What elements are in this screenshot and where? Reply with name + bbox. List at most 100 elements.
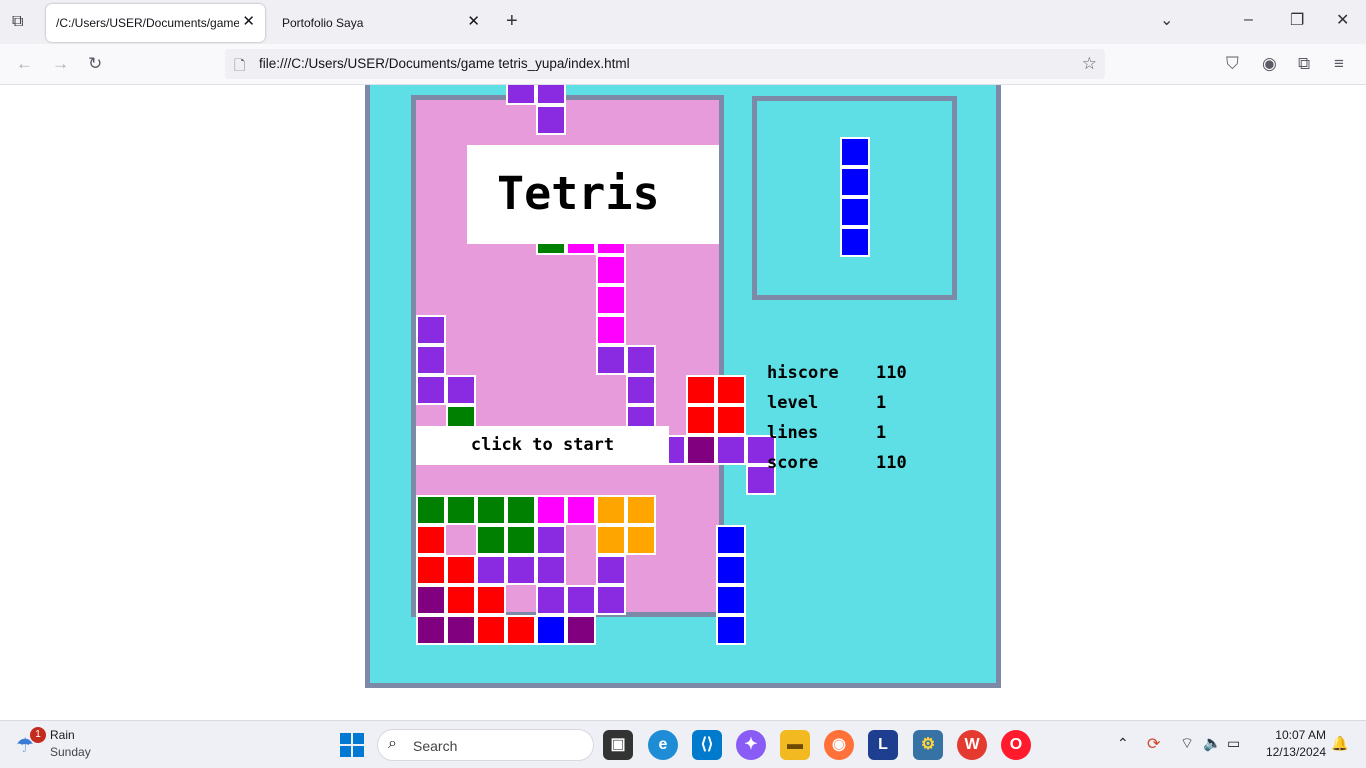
- clock-date[interactable]: 12/13/2024: [1252, 745, 1326, 759]
- block-orange: [596, 525, 626, 555]
- block-dark-purple: [566, 615, 596, 645]
- block-purple: [596, 585, 626, 615]
- start-menu-icon[interactable]: [340, 733, 364, 757]
- weather-badge: 1: [30, 727, 46, 743]
- block-purple: [536, 85, 566, 105]
- wifi-icon[interactable]: ⌔: [1180, 734, 1194, 753]
- close-tab-icon[interactable]: ✕: [242, 14, 255, 29]
- next-piece-block: [840, 137, 870, 167]
- block-red: [446, 555, 476, 585]
- block-purple: [626, 345, 656, 375]
- pocket-icon[interactable]: ⛉: [1226, 55, 1239, 73]
- block-magenta: [596, 255, 626, 285]
- block-magenta: [596, 315, 626, 345]
- opera-icon[interactable]: O: [1001, 730, 1031, 760]
- block-blue: [536, 615, 566, 645]
- block-blue: [716, 585, 746, 615]
- block-dark-purple: [446, 615, 476, 645]
- new-tab-icon[interactable]: +: [506, 11, 518, 31]
- tab-inactive[interactable]: Portofolio Saya ✕: [272, 4, 490, 42]
- battery-icon[interactable]: ▭: [1227, 735, 1240, 752]
- task-view-icon[interactable]: ▣: [603, 730, 633, 760]
- wps-office-icon[interactable]: W: [957, 730, 987, 760]
- weather-condition[interactable]: Rain: [50, 728, 75, 742]
- sync-icon[interactable]: ⟳: [1147, 734, 1160, 754]
- copilot-icon[interactable]: ✦: [736, 730, 766, 760]
- clock-time[interactable]: 10:07 AM: [1262, 728, 1326, 742]
- bookmark-star-icon[interactable]: ☆: [1082, 54, 1097, 74]
- menu-icon[interactable]: ≡: [1334, 55, 1344, 73]
- stat-value: 110: [876, 363, 907, 383]
- stat-label: hiscore: [767, 363, 839, 383]
- block-red: [476, 615, 506, 645]
- block-purple: [416, 375, 446, 405]
- block-magenta: [596, 285, 626, 315]
- stat-label: score: [767, 453, 819, 473]
- next-piece-block: [840, 197, 870, 227]
- forward-icon[interactable]: →: [52, 55, 69, 73]
- stat-value: 1: [876, 393, 887, 413]
- l-app-icon[interactable]: L: [868, 730, 898, 760]
- tab-title: Portofolio Saya: [282, 16, 364, 30]
- back-icon[interactable]: ←: [16, 55, 33, 73]
- block-red: [506, 615, 536, 645]
- notification-bell-icon[interactable]: 🔔: [1331, 735, 1348, 752]
- python-icon[interactable]: ⚙: [913, 730, 943, 760]
- block-red: [716, 405, 746, 435]
- firefox-icon[interactable]: ◉: [824, 730, 854, 760]
- browser-tab-bar: ⧉ /C:/Users/USER/Documents/game tetris_y…: [0, 0, 1366, 44]
- search-placeholder: Search: [413, 738, 458, 754]
- start-button[interactable]: click to start: [416, 426, 669, 465]
- file-explorer-icon[interactable]: ▬: [780, 730, 810, 760]
- block-purple: [446, 375, 476, 405]
- weather-day[interactable]: Sunday: [50, 745, 91, 759]
- tab-list-icon[interactable]: ⧉: [12, 14, 23, 30]
- navigation-bar: ← → ↻ 🗋 file:///C:/Users/USER/Documents/…: [0, 44, 1366, 85]
- edge-icon[interactable]: e: [648, 730, 678, 760]
- close-window-icon[interactable]: ✕: [1336, 13, 1349, 29]
- tetris-board[interactable]: Tetris click to start: [411, 85, 776, 645]
- vscode-icon[interactable]: ⟨⟩: [692, 730, 722, 760]
- restore-icon[interactable]: ❐: [1290, 13, 1304, 29]
- stat-label: lines: [767, 423, 819, 443]
- close-tab-icon[interactable]: ✕: [467, 14, 480, 29]
- tab-active[interactable]: /C:/Users/USER/Documents/game tetris_yup…: [46, 4, 265, 42]
- volume-icon[interactable]: 🔈: [1203, 734, 1222, 752]
- block-red: [416, 525, 446, 555]
- title-overlay: Tetris: [467, 145, 719, 244]
- block-green: [476, 495, 506, 525]
- stat-label: level: [767, 393, 819, 413]
- block-orange: [626, 495, 656, 525]
- block-purple: [716, 435, 746, 465]
- block-purple: [626, 375, 656, 405]
- block-purple: [536, 555, 566, 585]
- next-piece-block: [840, 227, 870, 257]
- url-bar[interactable]: 🗋 file:///C:/Users/USER/Documents/game t…: [225, 49, 1105, 79]
- block-green: [476, 525, 506, 555]
- reload-icon[interactable]: ↻: [88, 55, 102, 73]
- page-info-icon[interactable]: 🗋: [234, 55, 245, 79]
- list-all-tabs-icon[interactable]: ⌄: [1160, 13, 1173, 29]
- block-purple: [596, 345, 626, 375]
- block-purple: [416, 345, 446, 375]
- block-magenta: [566, 495, 596, 525]
- tray-overflow-icon[interactable]: ⌃: [1117, 735, 1129, 752]
- block-purple: [536, 525, 566, 555]
- block-dark-purple: [416, 585, 446, 615]
- taskbar: ☂ 1 Rain Sunday ⌕ Search ▣ e ⟨⟩ ✦ ▬ ◉ L …: [0, 720, 1366, 768]
- extensions-icon[interactable]: ⧉: [1298, 55, 1310, 73]
- next-piece-block: [840, 167, 870, 197]
- page-content: Tetris click to start hiscore 110 level …: [0, 85, 1366, 720]
- url-text[interactable]: file:///C:/Users/USER/Documents/game tet…: [259, 56, 630, 71]
- block-orange: [626, 525, 656, 555]
- game-container: Tetris click to start hiscore 110 level …: [365, 85, 1001, 688]
- block-purple: [536, 105, 566, 135]
- block-purple: [476, 555, 506, 585]
- block-green: [416, 495, 446, 525]
- block-green: [506, 525, 536, 555]
- account-icon[interactable]: ◉: [1262, 55, 1277, 73]
- taskbar-search[interactable]: ⌕ Search: [377, 729, 594, 761]
- block-dark-purple: [686, 435, 716, 465]
- minimize-icon[interactable]: –: [1244, 12, 1253, 28]
- block-red: [716, 375, 746, 405]
